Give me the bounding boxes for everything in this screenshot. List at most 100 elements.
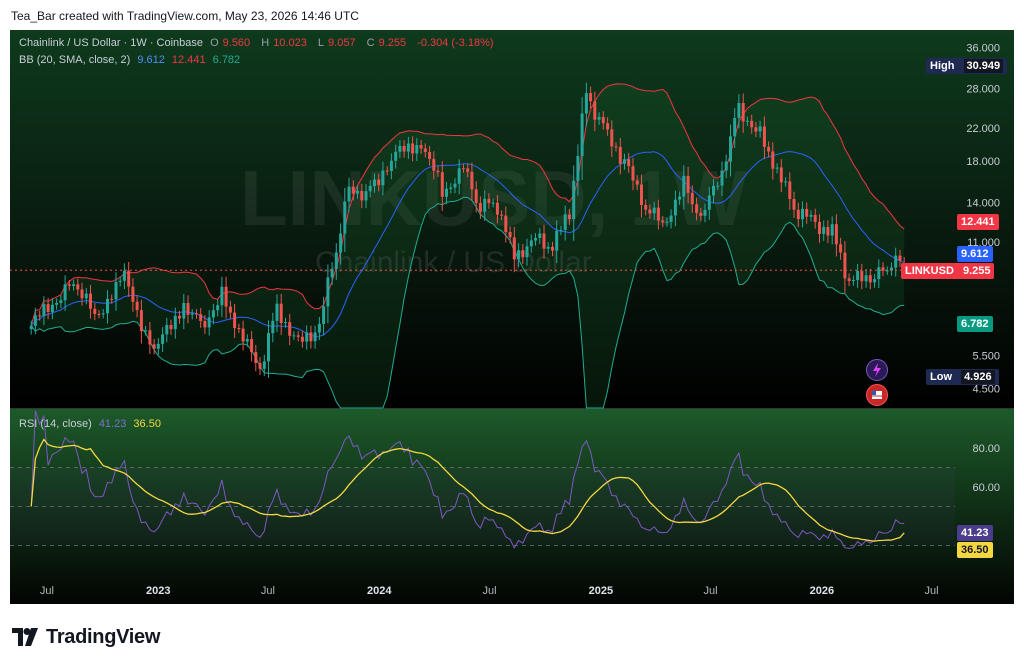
candle-body <box>199 314 203 322</box>
lightning-alert-icon[interactable] <box>866 359 888 381</box>
candle-body <box>542 233 546 249</box>
candle-body <box>894 255 898 268</box>
candle-body <box>627 159 631 167</box>
time-tick-label: 2025 <box>589 585 613 597</box>
candle-body <box>877 267 881 280</box>
candle-body <box>478 203 482 212</box>
candle-body <box>195 313 198 315</box>
candle-body <box>46 304 50 312</box>
candle-body <box>555 230 559 251</box>
candle-body <box>826 226 830 236</box>
candle-body <box>805 208 809 217</box>
candle-body <box>436 170 440 173</box>
candle-body <box>186 303 190 315</box>
candle-body <box>351 186 355 194</box>
candle-body <box>610 129 614 147</box>
rsi-ma-value: 36.50 <box>133 418 161 430</box>
candle-body <box>296 335 300 337</box>
high-tag: High <box>930 60 955 72</box>
candle-body <box>521 250 525 258</box>
candle-body <box>712 185 715 196</box>
candle-body <box>300 336 304 342</box>
candle-body <box>343 201 347 234</box>
time-tick-label: Jul <box>924 585 938 597</box>
tradingview-logo[interactable]: TradingView <box>12 624 160 650</box>
candle-body <box>635 180 639 185</box>
candle-body <box>50 304 54 313</box>
candle-body <box>856 271 860 280</box>
candle-body <box>76 284 80 290</box>
close-label: C <box>366 37 375 49</box>
candle-body <box>258 363 262 369</box>
candle-body <box>373 179 376 187</box>
price-tick-label: 14.000 <box>966 197 1000 209</box>
candle-body <box>724 161 728 171</box>
candle-body <box>457 168 461 184</box>
candle-body <box>538 233 542 238</box>
candle-body <box>589 93 593 102</box>
candle-body <box>415 145 419 154</box>
candle-body <box>729 136 732 162</box>
candle-body <box>309 332 313 342</box>
bb-basis-value: 9.612 <box>137 54 165 66</box>
high-label: H <box>261 37 270 49</box>
candle-body <box>597 117 601 120</box>
candle-body <box>402 146 406 152</box>
candle-body <box>135 301 139 311</box>
candle-body <box>84 293 88 299</box>
low-value: 9.057 <box>328 37 356 49</box>
candle-body <box>546 246 550 249</box>
candle-body <box>42 304 46 317</box>
price-tick-label: 28.000 <box>966 84 1000 96</box>
candle-body <box>644 204 648 210</box>
candle-body <box>682 175 686 197</box>
lower-band-label: 6.782 <box>957 316 993 332</box>
candle-body <box>313 332 317 342</box>
candle-body <box>165 325 169 335</box>
candle-body <box>614 146 618 148</box>
candle-body <box>288 322 292 336</box>
chart-panel[interactable]: LINKUSD, 1W Chainlink / US Dollar 36.000… <box>10 30 1014 604</box>
candle-body <box>38 315 42 317</box>
candle-body <box>284 322 287 324</box>
candle-body <box>690 192 694 205</box>
candle-body <box>707 195 711 210</box>
candle-body <box>67 284 71 286</box>
candle-body <box>356 190 359 194</box>
candle-body <box>868 275 872 283</box>
candle-body <box>606 123 610 130</box>
candle-body <box>211 310 215 318</box>
bb-upper-value: 12.441 <box>171 54 206 66</box>
candle-body <box>517 250 521 260</box>
rsi-legend[interactable]: RSI (14, close) 41.23 36.50 <box>19 418 165 430</box>
flag-event-icon[interactable] <box>866 384 888 406</box>
candle-body <box>385 170 389 172</box>
chart-canvas[interactable]: LINKUSD, 1W Chainlink / US Dollar 36.000… <box>10 30 1014 604</box>
candle-body <box>563 214 567 230</box>
candle-body <box>580 113 584 156</box>
candle-body <box>673 199 677 216</box>
candle-body <box>326 277 330 307</box>
candle-body <box>656 207 660 221</box>
candle-body <box>767 146 771 152</box>
candle-body <box>483 198 487 212</box>
candle-body <box>381 170 385 186</box>
tradingview-logo-text: TradingView <box>46 625 161 648</box>
candle-body <box>152 344 156 349</box>
candle-body <box>63 284 67 301</box>
candle-body <box>292 335 296 337</box>
candle-body <box>55 303 59 305</box>
candle-body <box>495 202 499 215</box>
candle-body <box>792 199 796 210</box>
candle-body <box>250 339 254 353</box>
candle-body <box>839 244 843 253</box>
candle-body <box>368 186 372 192</box>
candle-body <box>254 352 258 363</box>
high-tag-value: 30.949 <box>963 59 1004 73</box>
candle-body <box>169 325 173 330</box>
candle-body <box>623 159 626 164</box>
candle-body <box>101 313 105 315</box>
candle-body <box>72 284 76 286</box>
bb-legend[interactable]: BB (20, SMA, close, 2) 9.612 12.441 6.78… <box>19 54 244 66</box>
candle-body <box>317 323 321 333</box>
